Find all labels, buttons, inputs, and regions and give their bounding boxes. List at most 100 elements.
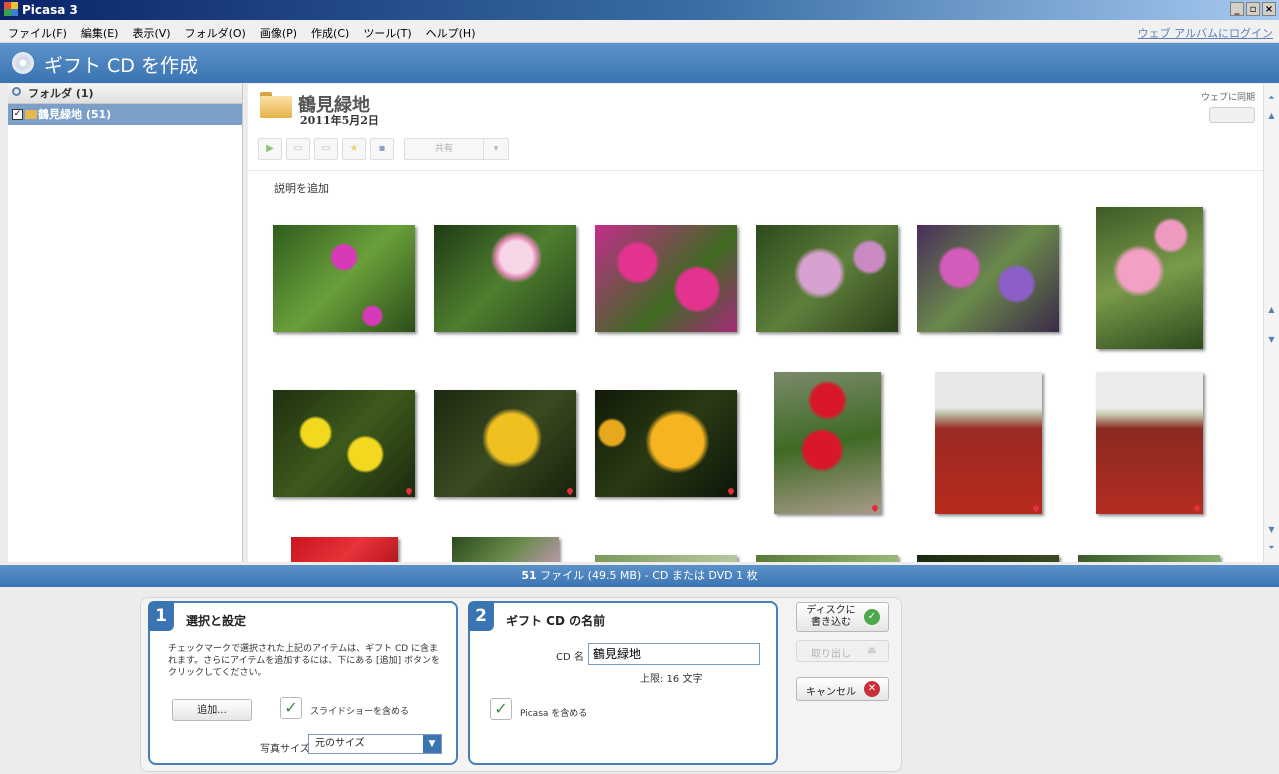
menu-tools[interactable]: ツール(T) — [363, 25, 411, 41]
album-folder-icon — [260, 92, 292, 118]
scroll-bottom-icon[interactable]: ⏷ — [1266, 542, 1277, 553]
web-sync-toggle[interactable] — [1209, 107, 1255, 123]
step2-number: 2 — [468, 601, 494, 631]
menu-bar: ファイル(F) 編集(E) 表示(V) フォルダ(O) 画像(P) 作成(C) … — [0, 20, 1279, 43]
add-button[interactable]: 追加... — [172, 699, 252, 721]
scroll-down-icon[interactable]: ▼ — [1266, 524, 1277, 535]
sidebar-item-folder[interactable]: ✓ 鶴見緑地 (51) — [8, 104, 242, 125]
photo-thumbnail[interactable] — [1078, 555, 1220, 562]
cancel-button[interactable]: キャンセル ✕ — [796, 677, 889, 701]
web-album-login-link[interactable]: ウェブ アルバムにログイン — [1138, 25, 1273, 41]
share-dropdown[interactable]: 共有 ▾ — [404, 138, 509, 160]
menu-view[interactable]: 表示(V) — [132, 25, 170, 41]
photo-thumbnail[interactable] — [774, 372, 881, 514]
photo-thumbnail[interactable] — [917, 225, 1059, 332]
folder-list-header[interactable]: フォルダ (1) — [8, 84, 242, 104]
eject-button[interactable]: 取り出し ⏏ — [796, 640, 889, 662]
eject-label: 取り出し — [811, 649, 851, 660]
folder-sidebar: フォルダ (1) ✓ 鶴見緑地 (51) — [8, 84, 243, 562]
photo-thumbnail[interactable] — [273, 225, 415, 332]
folder-list-header-label: フォルダ (1) — [28, 87, 94, 100]
photo-thumbnail[interactable] — [1096, 207, 1203, 349]
cd-name-label: CD 名 — [556, 652, 584, 663]
photo-thumbnail[interactable] — [595, 555, 737, 562]
gift-cd-banner: ギフト CD を作成 — [0, 43, 1279, 83]
divider — [248, 170, 1263, 171]
maximize-button[interactable]: ▫ — [1246, 2, 1260, 16]
chevron-down-icon: ▾ — [493, 144, 499, 154]
sidebar-item-label: 鶴見緑地 (51) — [38, 108, 112, 121]
photo-size-select[interactable]: 元のサイズ ▼ — [308, 734, 442, 754]
photo-thumbnail[interactable] — [273, 390, 415, 497]
scroll-page-down-icon[interactable]: ▼ — [1266, 334, 1277, 345]
include-picasa-label: Picasa を含める — [520, 709, 588, 719]
picasa-app-icon — [4, 2, 18, 16]
save-button[interactable]: ▪ — [370, 138, 394, 160]
slideshow-label: スライドショーを含める — [310, 707, 410, 717]
status-text: ファイル (49.5 MB) - CD または DVD 1 枚 — [540, 569, 758, 582]
location-pin-icon — [565, 486, 575, 496]
location-pin-icon — [1031, 503, 1041, 513]
minimize-button[interactable]: _ — [1230, 2, 1244, 16]
photo-thumbnail[interactable] — [756, 225, 898, 332]
web-sync: ウェブに同期 — [1201, 90, 1255, 123]
window-titlebar: Picasa 3 _ ▫ × — [0, 0, 1279, 20]
slideshow-checkbox[interactable]: ✓ — [280, 697, 302, 719]
photo-thumbnail[interactable] — [917, 555, 1059, 562]
cd-name-limit: 上限: 16 文字 — [640, 674, 703, 685]
step2-panel: 2 ギフト CD の名前 CD 名 鶴見緑地 上限: 16 文字 ✓ Picas… — [468, 601, 778, 765]
menu-folder[interactable]: フォルダ(O) — [185, 25, 246, 41]
album-view: 鶴見緑地 2011年5月2日 ウェブに同期 ▶ ▭ ▭ ★ ▪ 共有 ▾ 説明を… — [248, 84, 1263, 562]
checkmark-icon: ✓ — [864, 609, 880, 625]
photo-thumbnail[interactable] — [595, 390, 737, 497]
photo-thumbnail[interactable] — [452, 537, 559, 562]
include-picasa-checkbox[interactable]: ✓ — [490, 698, 512, 720]
cd-name-input[interactable]: 鶴見緑地 — [588, 643, 760, 665]
photo-thumbnail[interactable] — [291, 537, 398, 562]
photo-size-label: 写真サイズ — [260, 744, 310, 755]
share-button-label: 共有 — [405, 139, 484, 159]
menu-help[interactable]: ヘルプ(H) — [426, 25, 476, 41]
album-scrollbar[interactable]: ⏶ ▲ ▲ ▼ ▼ ⏷ — [1263, 84, 1279, 562]
photo-thumbnail[interactable] — [935, 372, 1042, 514]
cd-icon — [12, 52, 34, 74]
location-pin-icon — [1192, 503, 1202, 513]
menu-file[interactable]: ファイル(F) — [8, 25, 67, 41]
cancel-icon: ✕ — [864, 681, 880, 697]
scroll-top-icon[interactable]: ⏶ — [1266, 92, 1277, 103]
album-toolbar: ▶ ▭ ▭ ★ ▪ 共有 ▾ — [258, 138, 509, 160]
step1-description: チェックマークで選択された上記のアイテムは、ギフト CD に含まれます。さらにア… — [168, 644, 440, 678]
photo-thumbnail[interactable] — [434, 225, 576, 332]
menu-create[interactable]: 作成(C) — [311, 25, 349, 41]
search-icon — [12, 87, 21, 96]
step1-title: 選択と設定 — [186, 614, 247, 628]
photo-thumbnail[interactable] — [595, 225, 737, 332]
burn-disc-button[interactable]: ディスクに書き込む ✓ — [796, 602, 889, 632]
file-count: 51 — [521, 569, 537, 582]
status-bar: 51 ファイル (49.5 MB) - CD または DVD 1 枚 — [0, 565, 1279, 587]
step1-number: 1 — [148, 601, 174, 631]
menu-picture[interactable]: 画像(P) — [260, 25, 297, 41]
photo-thumbnail[interactable] — [434, 390, 576, 497]
play-slideshow-button[interactable]: ▶ — [258, 138, 282, 160]
photo-icon-button[interactable]: ▭ — [286, 138, 310, 160]
step1-panel: 1 選択と設定 チェックマークで選択された上記のアイテムは、ギフト CD に含ま… — [148, 601, 458, 765]
step2-title: ギフト CD の名前 — [506, 614, 606, 628]
photo-thumbnail[interactable] — [1096, 372, 1203, 514]
banner-title: ギフト CD を作成 — [44, 55, 198, 77]
folder-checkbox[interactable]: ✓ — [12, 109, 23, 120]
star-button[interactable]: ★ — [342, 138, 366, 160]
scroll-page-up-icon[interactable]: ▲ — [1266, 304, 1277, 315]
folder-icon — [25, 110, 37, 119]
collage-icon-button[interactable]: ▭ — [314, 138, 338, 160]
add-caption-link[interactable]: 説明を追加 — [274, 180, 329, 196]
location-pin-icon — [404, 486, 414, 496]
photo-thumbnail[interactable] — [756, 555, 898, 562]
location-pin-icon — [870, 503, 880, 513]
burn-disc-label: ディスクに書き込む — [806, 605, 856, 628]
location-pin-icon — [726, 486, 736, 496]
close-button[interactable]: × — [1262, 2, 1276, 16]
menu-edit[interactable]: 編集(E) — [81, 25, 119, 41]
scroll-up-icon[interactable]: ▲ — [1266, 110, 1277, 121]
web-sync-label: ウェブに同期 — [1200, 93, 1255, 103]
